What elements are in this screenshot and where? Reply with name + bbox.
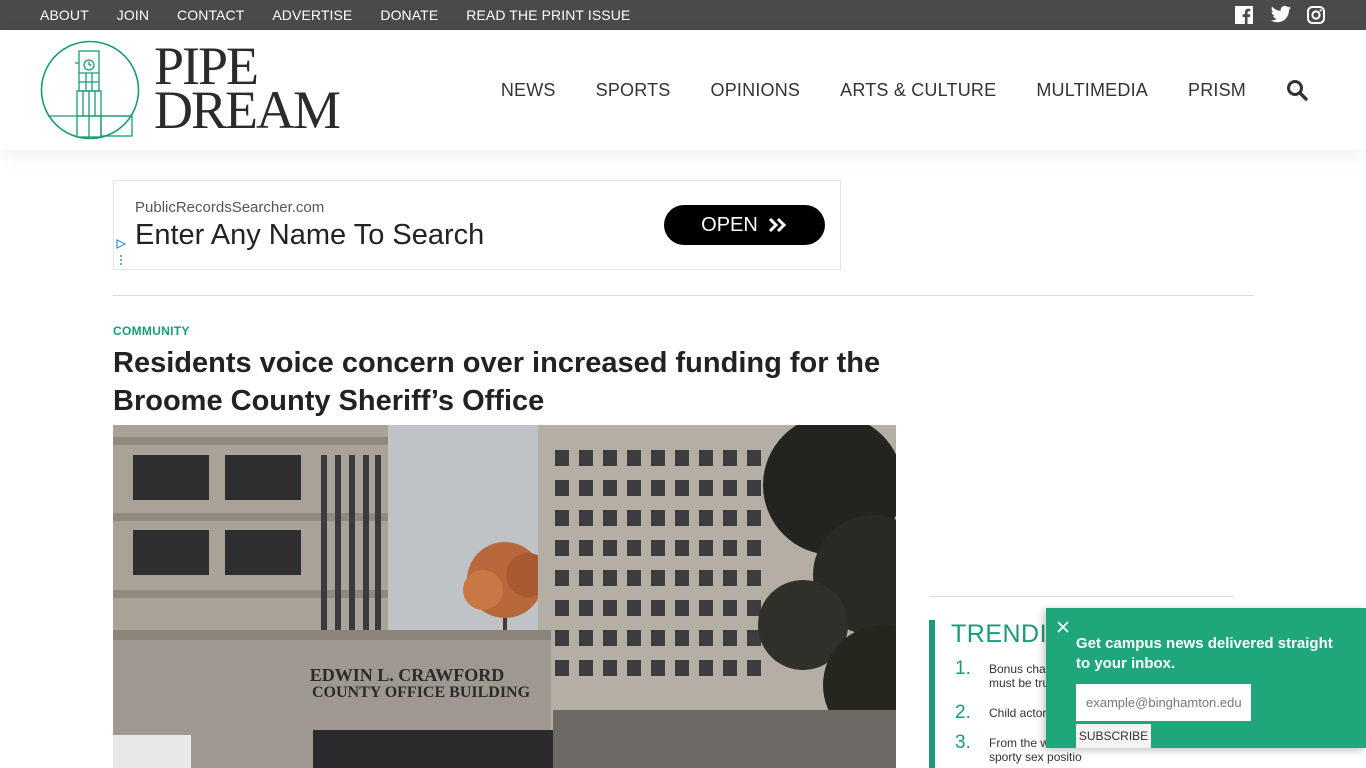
nav-news[interactable]: NEWS (501, 80, 556, 101)
trending-number: 2. (955, 702, 971, 723)
nav-opinions[interactable]: OPINIONS (711, 80, 801, 101)
trending-number: 1. (955, 658, 971, 679)
instagram-icon[interactable] (1306, 5, 1326, 25)
subscribe-button[interactable]: SUBSCRIBE (1076, 724, 1151, 748)
main-nav: NEWS SPORTS OPINIONS ARTS & CULTURE MULT… (461, 30, 1308, 150)
nav-prism[interactable]: PRISM (1188, 80, 1246, 101)
nav-arts-culture[interactable]: ARTS & CULTURE (840, 80, 996, 101)
double-chevron-right-icon (768, 217, 786, 233)
social-links (1234, 5, 1326, 25)
site-header: PIPE DREAM NEWS SPORTS OPINIONS ARTS & C… (0, 30, 1366, 150)
article-title: Residents voice concern over increased f… (113, 347, 881, 417)
ad-headline[interactable]: Enter Any Name To Search (135, 219, 484, 252)
utility-link-donate[interactable]: DONATE (380, 7, 438, 23)
utility-link-about[interactable]: ABOUT (40, 7, 89, 23)
logo-line-dream: DREAM (154, 80, 341, 140)
search-icon[interactable] (1286, 79, 1308, 101)
newsletter-message: Get campus news delivered straight to yo… (1076, 635, 1333, 672)
adchoices-icon[interactable] (116, 239, 126, 267)
nav-multimedia[interactable]: MULTIMEDIA (1036, 80, 1148, 101)
close-icon[interactable] (1056, 620, 1070, 634)
newsletter-popup: Get campus news delivered straight to yo… (1046, 608, 1366, 748)
article-category[interactable]: COMMUNITY (113, 324, 190, 338)
trending-heading: TRENDI (951, 620, 1048, 648)
ad-domain: PublicRecordsSearcher.com (135, 199, 325, 216)
pipe-dream-logo[interactable]: PIPE DREAM (40, 39, 360, 140)
nav-sports[interactable]: SPORTS (596, 80, 671, 101)
ad-open-button[interactable]: OPEN (664, 205, 825, 245)
clock-tower-seal-icon (40, 40, 140, 140)
facebook-icon[interactable] (1234, 5, 1254, 25)
top-utility-bar: ABOUT JOIN CONTACT ADVERTISE DONATE READ… (0, 0, 1366, 30)
utility-link-contact[interactable]: CONTACT (177, 7, 244, 23)
sidebar-divider (929, 596, 1234, 597)
trending-number: 3. (955, 732, 971, 753)
photo-sign-line2: COUNTY OFFICE BUILDING (312, 684, 531, 701)
ad-open-label: OPEN (701, 213, 758, 236)
utility-links: ABOUT JOIN CONTACT ADVERTISE DONATE READ… (40, 0, 658, 30)
utility-link-join[interactable]: JOIN (117, 7, 149, 23)
photo-sign-line1: EDWIN L. CRAWFORD (310, 665, 505, 685)
section-divider (113, 295, 1254, 296)
logo-wordmark: PIPE DREAM (154, 39, 341, 140)
article-photo: EDWIN L. CRAWFORD COUNTY OFFICE BUILDING (113, 425, 896, 768)
utility-link-advertise[interactable]: ADVERTISE (272, 7, 352, 23)
advertisement-banner[interactable]: PublicRecordsSearcher.com Enter Any Name… (113, 180, 841, 270)
twitter-icon[interactable] (1270, 5, 1292, 25)
newsletter-email-input[interactable] (1076, 684, 1251, 721)
utility-link-print-issue[interactable]: READ THE PRINT ISSUE (466, 7, 630, 23)
